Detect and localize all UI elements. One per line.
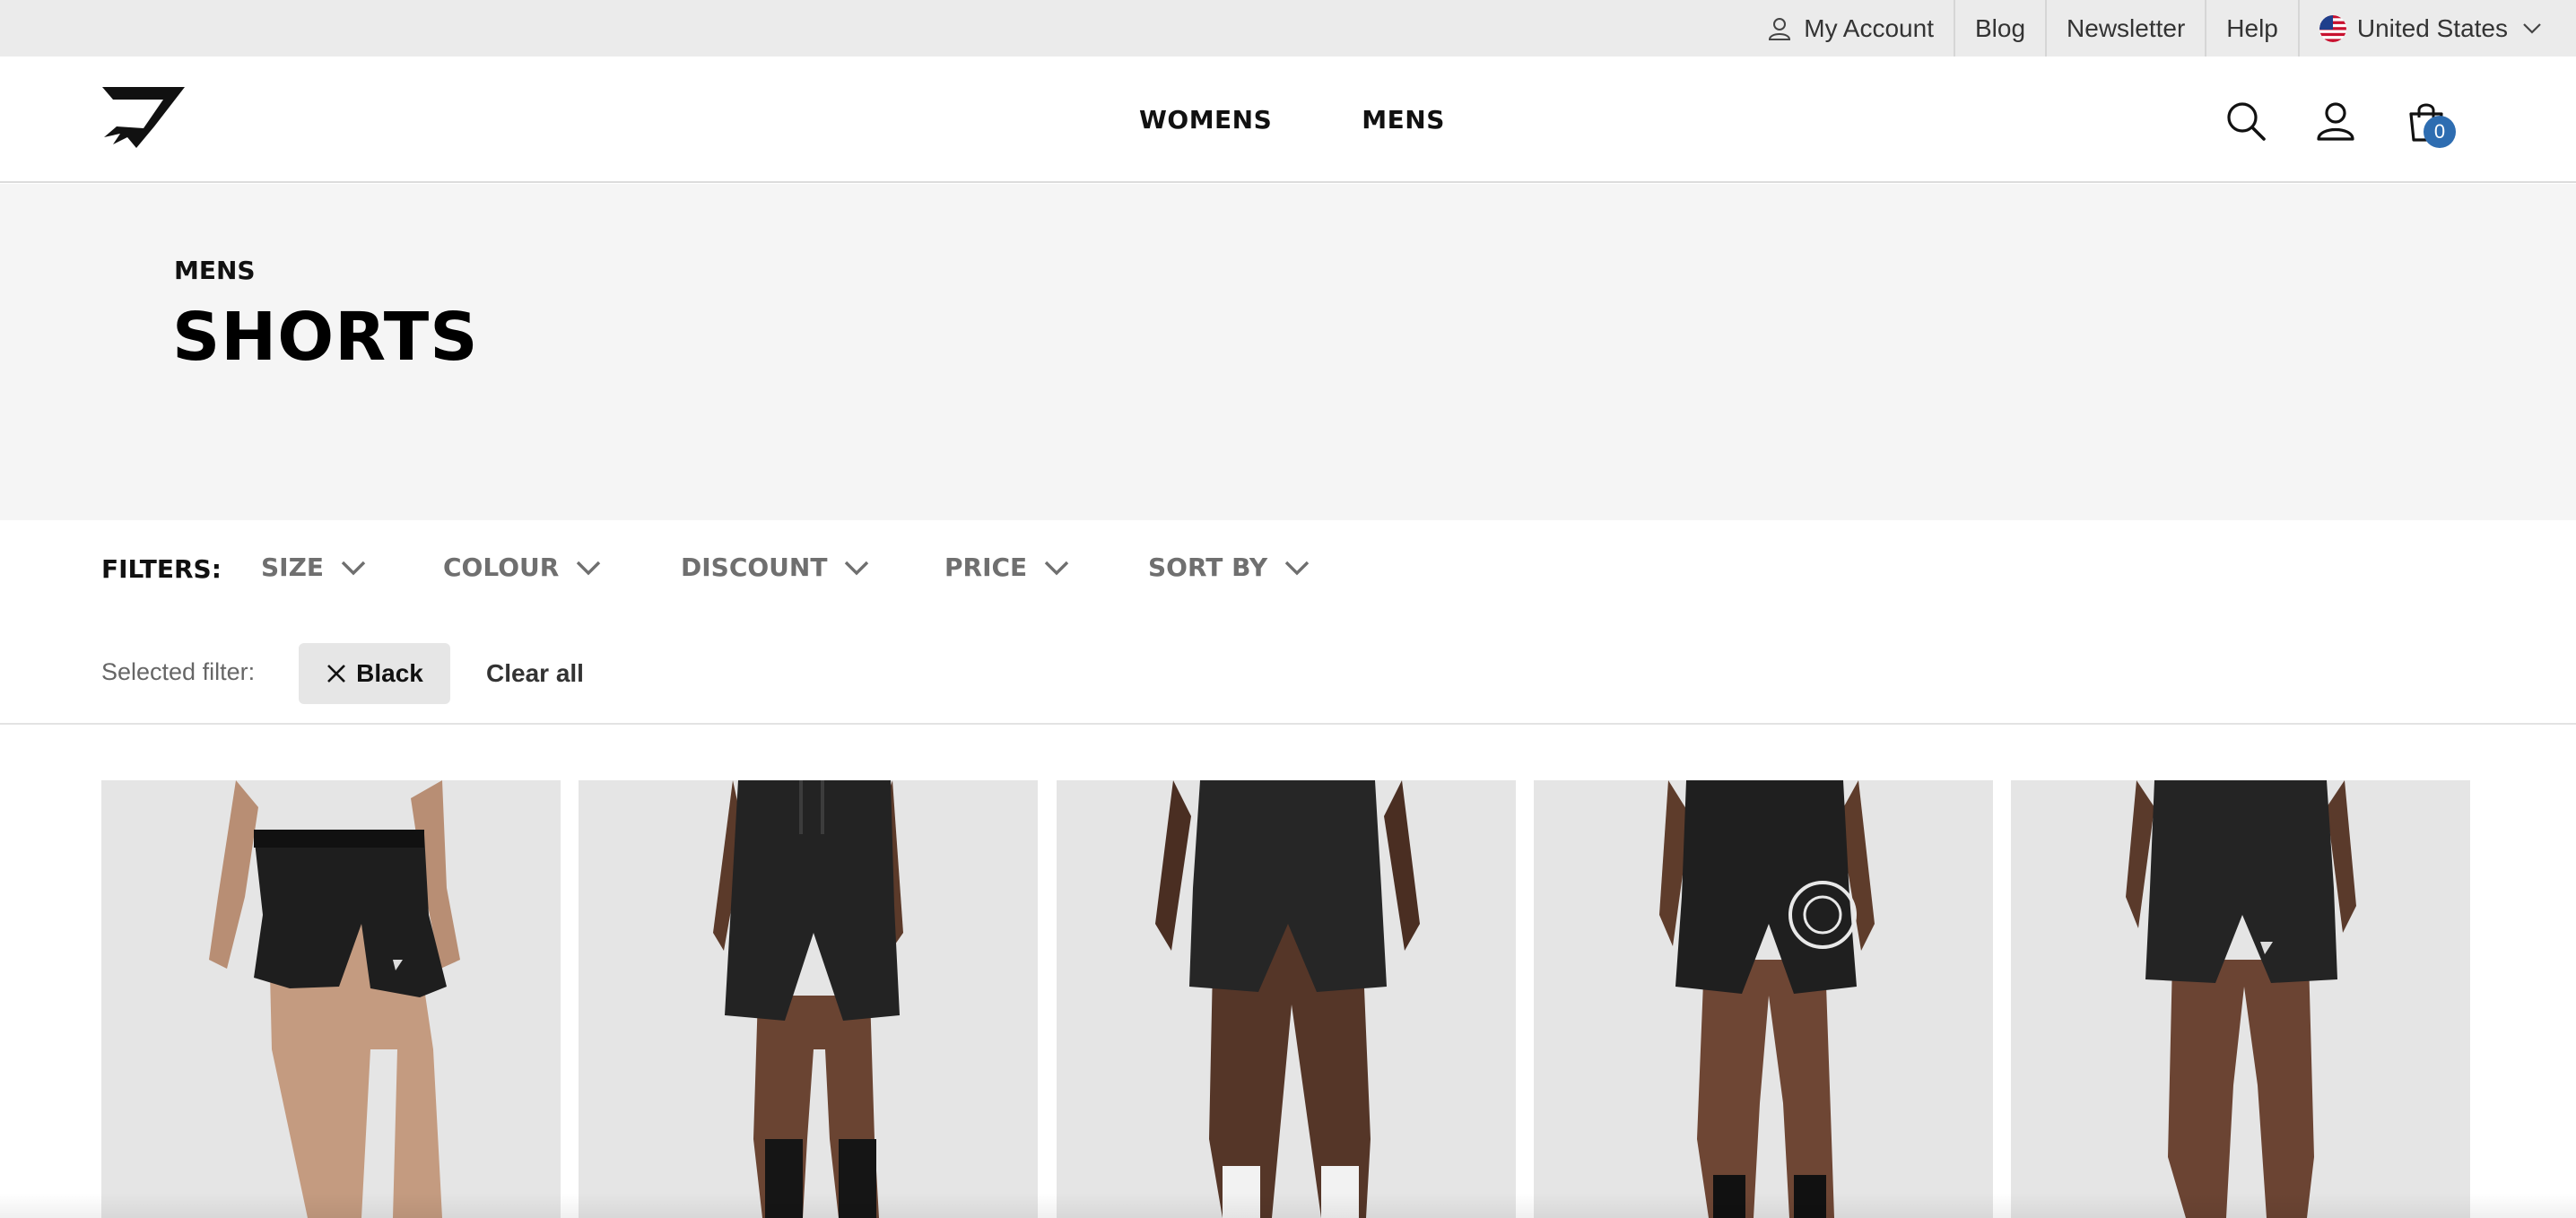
product-card[interactable]	[1534, 780, 1993, 1218]
filter-sort-by-label: SORT BY	[1148, 552, 1268, 582]
chevron-down-icon	[845, 561, 869, 575]
category-hero: MENS SHORTS	[0, 184, 2576, 520]
my-account-label: My Account	[1804, 13, 1934, 42]
filter-discount-label: DISCOUNT	[681, 552, 828, 582]
clear-all-link[interactable]: Clear all	[486, 659, 584, 688]
nav-womens[interactable]: WOMENS	[1139, 105, 1272, 135]
selected-filters-row: Selected filter: Black Clear all	[0, 619, 2576, 725]
utility-bar: My Account Blog Newsletter Help United S…	[0, 0, 2576, 57]
filters-bar: FILTERS: SIZE COLOUR DISCOUNT PRICE SORT…	[0, 520, 2576, 619]
newsletter-label: Newsletter	[2067, 13, 2186, 42]
product-card[interactable]	[2011, 780, 2470, 1218]
blog-label: Blog	[1974, 13, 2026, 42]
cart-count-badge: 0	[2424, 116, 2456, 148]
selected-filter-label: Selected filter:	[101, 658, 256, 685]
filter-sort-by[interactable]: SORT BY	[1148, 552, 1310, 582]
blog-link[interactable]: Blog	[1953, 0, 2045, 57]
product-card[interactable]	[1057, 780, 1516, 1218]
search-icon[interactable]	[2226, 101, 2266, 141]
us-flag-icon	[2319, 14, 2346, 42]
my-account-link[interactable]: My Account	[1746, 0, 1954, 57]
help-label: Help	[2226, 13, 2278, 42]
filter-chip-black[interactable]: Black	[299, 643, 450, 704]
product-image	[713, 780, 903, 1218]
filter-colour[interactable]: COLOUR	[443, 552, 602, 582]
nav-mens[interactable]: MENS	[1362, 105, 1445, 135]
chevron-down-icon	[577, 561, 601, 575]
region-label: United States	[2356, 13, 2508, 42]
help-link[interactable]: Help	[2205, 0, 2298, 57]
brand-logo-icon[interactable]	[100, 85, 187, 150]
filter-price-label: PRICE	[944, 552, 1028, 582]
filters-label: FILTERS:	[101, 554, 222, 584]
close-icon	[327, 665, 346, 683]
chevron-down-icon	[2523, 22, 2541, 34]
filter-size-label: SIZE	[261, 552, 325, 582]
breadcrumb[interactable]: MENS	[174, 256, 256, 285]
product-card[interactable]	[579, 780, 1038, 1218]
main-header: WOMENS MENS	[0, 57, 2576, 183]
utility-links: My Account Blog Newsletter Help United S…	[1746, 0, 2576, 57]
account-icon[interactable]	[2316, 101, 2355, 141]
region-selector[interactable]: United States	[2297, 0, 2576, 57]
product-image	[2126, 780, 2356, 1218]
user-icon	[1769, 17, 1791, 40]
chevron-down-icon	[1285, 561, 1310, 575]
product-image	[1659, 780, 1875, 1218]
filter-discount[interactable]: DISCOUNT	[681, 552, 870, 582]
chevron-down-icon	[1044, 561, 1069, 575]
product-card[interactable]	[101, 780, 561, 1218]
filter-colour-label: COLOUR	[443, 552, 560, 582]
bottom-fade	[0, 1193, 2576, 1218]
chevron-down-icon	[341, 561, 366, 575]
filter-size[interactable]: SIZE	[261, 552, 367, 582]
product-image	[209, 780, 460, 1218]
newsletter-link[interactable]: Newsletter	[2045, 0, 2205, 57]
page-title: SHORTS	[172, 299, 479, 376]
main-nav: WOMENS MENS	[1139, 57, 1535, 183]
filter-price[interactable]: PRICE	[944, 552, 1070, 582]
filter-chip-label: Black	[356, 659, 423, 687]
product-image	[1155, 780, 1420, 1218]
